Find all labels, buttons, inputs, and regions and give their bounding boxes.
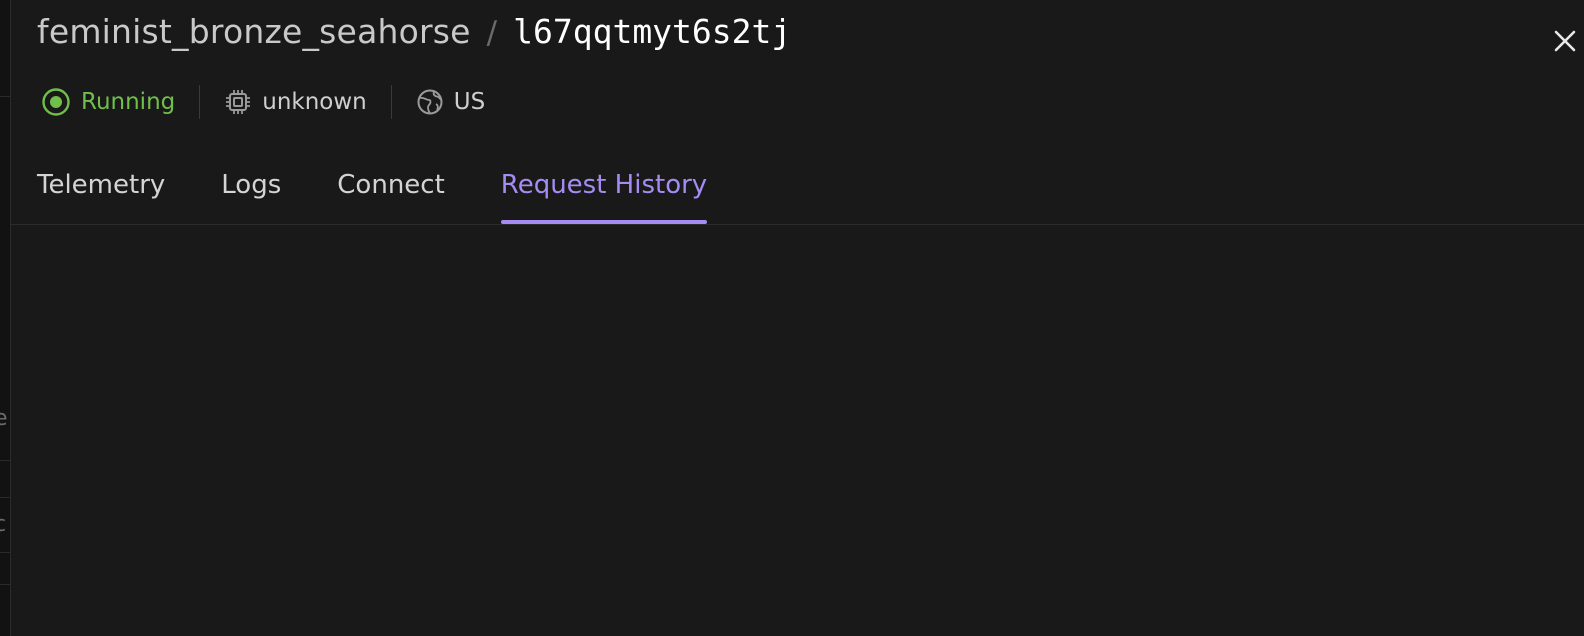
background-divider (0, 460, 10, 461)
cpu-label: unknown (262, 89, 367, 115)
close-icon (1554, 30, 1576, 52)
panel-header: feminist_bronze_seahorse / l67qqtmyt6s2t… (37, 12, 791, 51)
breadcrumb-separator: / (486, 15, 498, 51)
close-button[interactable] (1552, 28, 1578, 54)
machine-detail-panel: feminist_bronze_seahorse / l67qqtmyt6s2t… (10, 0, 1584, 636)
background-text-fragment: c (0, 512, 7, 537)
region-label: US (453, 89, 486, 115)
meta-divider (199, 85, 201, 119)
background-text-fragment: e (0, 406, 8, 431)
cpu-icon (226, 90, 251, 114)
status-label: Running (81, 89, 176, 115)
background-page: e c (0, 0, 10, 636)
tab-request-history[interactable]: Request History (500, 160, 708, 224)
status-dot-icon (42, 88, 70, 116)
detail-tabs: Telemetry Logs Connect Request History (37, 160, 708, 224)
tab-logs[interactable]: Logs (221, 160, 281, 224)
tab-connect[interactable]: Connect (337, 160, 445, 224)
tab-content-area (11, 225, 1584, 636)
tab-telemetry[interactable]: Telemetry (37, 160, 165, 224)
globe-icon (417, 89, 443, 115)
status-badge: Running (41, 87, 175, 117)
machine-meta: Running unknown US (41, 84, 485, 120)
background-divider (0, 584, 10, 585)
background-divider (0, 552, 10, 553)
cpu-info: unknown (224, 88, 367, 116)
app-name: feminist_bronze_seahorse (37, 12, 471, 51)
background-divider (0, 96, 10, 97)
machine-id: l67qqtmyt6s2tj (513, 12, 792, 51)
meta-divider (390, 85, 392, 119)
background-divider (0, 497, 10, 498)
region-info: US (416, 88, 485, 116)
